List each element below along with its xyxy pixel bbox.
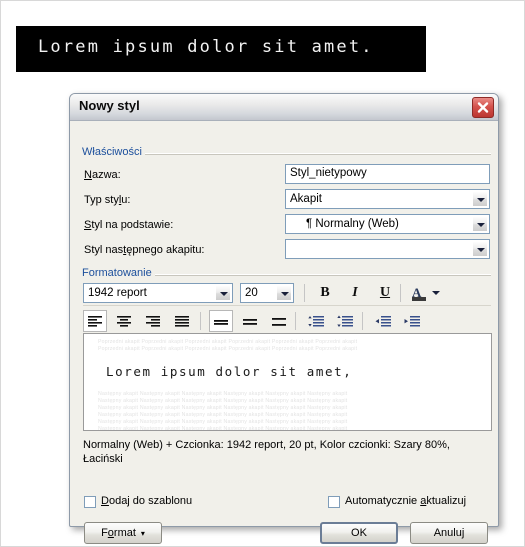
preview-following-line: Następny akapit Następny akapit Następny… (98, 405, 348, 411)
align-right-button[interactable] (141, 310, 165, 332)
preview-following-line: Następny akapit Następny akapit Następny… (98, 398, 348, 404)
line-spacing-double-icon (272, 317, 286, 326)
italic-button[interactable]: I (343, 282, 367, 304)
font-color-swatch (412, 297, 426, 301)
chevron-down-icon[interactable] (215, 285, 231, 301)
preview-following-line: Następny akapit Następny akapit Następny… (98, 419, 348, 425)
increase-indent-button[interactable] (400, 310, 424, 332)
underline-icon: U (379, 285, 391, 300)
auto-update-label: Automatycznie aktualizuj (345, 495, 467, 507)
line-spacing-single-icon (214, 319, 228, 325)
font-family-combo[interactable]: 1942 report (83, 283, 233, 303)
align-justify-button[interactable] (170, 310, 194, 332)
space-before-button[interactable] (304, 310, 328, 332)
bold-button[interactable]: B (313, 282, 337, 304)
new-style-dialog: Nowy styl Właściwości Nazwa: Styl_nietyp… (69, 93, 499, 544)
auto-update-checkbox[interactable] (328, 496, 340, 508)
format-button-label: Format (101, 527, 136, 539)
next-style-combo[interactable] (285, 239, 490, 259)
align-center-button[interactable] (112, 310, 136, 332)
preview-sample-text: Lorem ipsum dolor sit amet, (106, 364, 353, 379)
preview-placeholder-line: Poprzedni akapit Poprzedni akapit Poprze… (98, 346, 358, 352)
font-color-button[interactable]: A (408, 282, 430, 304)
style-description: Normalny (Web) + Czcionka: 1942 report, … (83, 439, 450, 465)
align-left-button[interactable] (83, 310, 107, 332)
toolbar-separator (400, 284, 401, 302)
dialog-titlebar[interactable]: Nowy styl (70, 94, 498, 121)
toolbar-separator (362, 312, 363, 330)
close-icon[interactable] (472, 97, 494, 118)
font-family-value: 1942 report (88, 287, 147, 299)
chevron-down-icon: ▾ (140, 528, 145, 538)
toolbar-separator (200, 312, 201, 330)
chevron-down-icon (432, 291, 440, 295)
toolbar-separator (304, 284, 305, 302)
style-type-value: Akapit (290, 193, 322, 205)
align-center-icon (117, 315, 131, 327)
chevron-down-icon[interactable] (472, 216, 488, 232)
add-to-template-label: Dodaj do szablonu (101, 495, 193, 507)
based-on-label: Styl na podstawie: (84, 219, 174, 231)
name-label: Nazwa: (84, 169, 121, 181)
page-root: Lorem ipsum dolor sit amet. Nowy styl Wł… (0, 0, 525, 547)
toolbar-separator (295, 312, 296, 330)
align-justify-icon (175, 315, 189, 327)
font-color-dropdown[interactable] (430, 282, 442, 304)
chevron-down-icon[interactable] (472, 241, 488, 257)
style-type-combo[interactable]: Akapit (285, 189, 490, 209)
preview-placeholder-line: Poprzedni akapit Poprzedni akapit Poprze… (98, 339, 358, 345)
cancel-button[interactable]: Anuluj (410, 522, 488, 544)
name-input[interactable]: Styl_nietypowy (285, 164, 490, 184)
line-spacing-1-5-icon (243, 318, 257, 325)
font-size-combo[interactable]: 20 (240, 283, 294, 303)
chevron-down-icon[interactable] (472, 191, 488, 207)
bold-icon: B (320, 285, 330, 300)
preview-following-line: Następny akapit Następny akapit Następny… (98, 412, 348, 418)
decrease-indent-icon (375, 315, 391, 326)
italic-icon: I (352, 285, 358, 300)
align-left-icon (88, 315, 102, 327)
ok-button[interactable]: OK (320, 522, 398, 544)
black-banner: Lorem ipsum dolor sit amet. (16, 26, 426, 72)
space-after-button[interactable] (333, 310, 357, 332)
preview-following-line: Następny akapit Następny akapit Następny… (98, 391, 348, 397)
banner-text: Lorem ipsum dolor sit amet. (38, 37, 374, 57)
line-spacing-single-button[interactable] (209, 310, 233, 332)
space-before-icon (307, 315, 324, 326)
line-spacing-double-button[interactable] (267, 310, 291, 332)
toolbar-divider (83, 305, 491, 306)
space-after-icon (336, 315, 353, 327)
decrease-indent-button[interactable] (371, 310, 395, 332)
based-on-combo[interactable]: ¶ Normalny (Web) (285, 214, 490, 234)
style-type-label: Typ stylu: (84, 194, 131, 206)
format-button[interactable]: Format ▾ (84, 522, 162, 544)
formatting-group-label: Formatowanie (79, 267, 155, 279)
align-right-icon (146, 315, 160, 327)
increase-indent-icon (404, 315, 420, 326)
properties-group-label: Właściwości (79, 146, 145, 158)
preview-following-line: Następny akapit Następny akapit Następny… (98, 426, 348, 431)
underline-button[interactable]: U (373, 282, 397, 304)
chevron-down-icon[interactable] (276, 285, 292, 301)
line-spacing-1-5-button[interactable] (238, 310, 262, 332)
style-preview: Poprzedni akapit Poprzedni akapit Poprze… (83, 333, 492, 431)
dialog-title: Nowy styl (79, 98, 140, 113)
based-on-value: ¶ Normalny (Web) (306, 218, 399, 230)
next-style-label: Styl następnego akapitu: (84, 244, 205, 256)
dialog-body: Właściwości Nazwa: Styl_nietypowy Typ st… (70, 121, 498, 544)
add-to-template-checkbox[interactable] (84, 496, 96, 508)
font-size-value: 20 (245, 287, 258, 299)
